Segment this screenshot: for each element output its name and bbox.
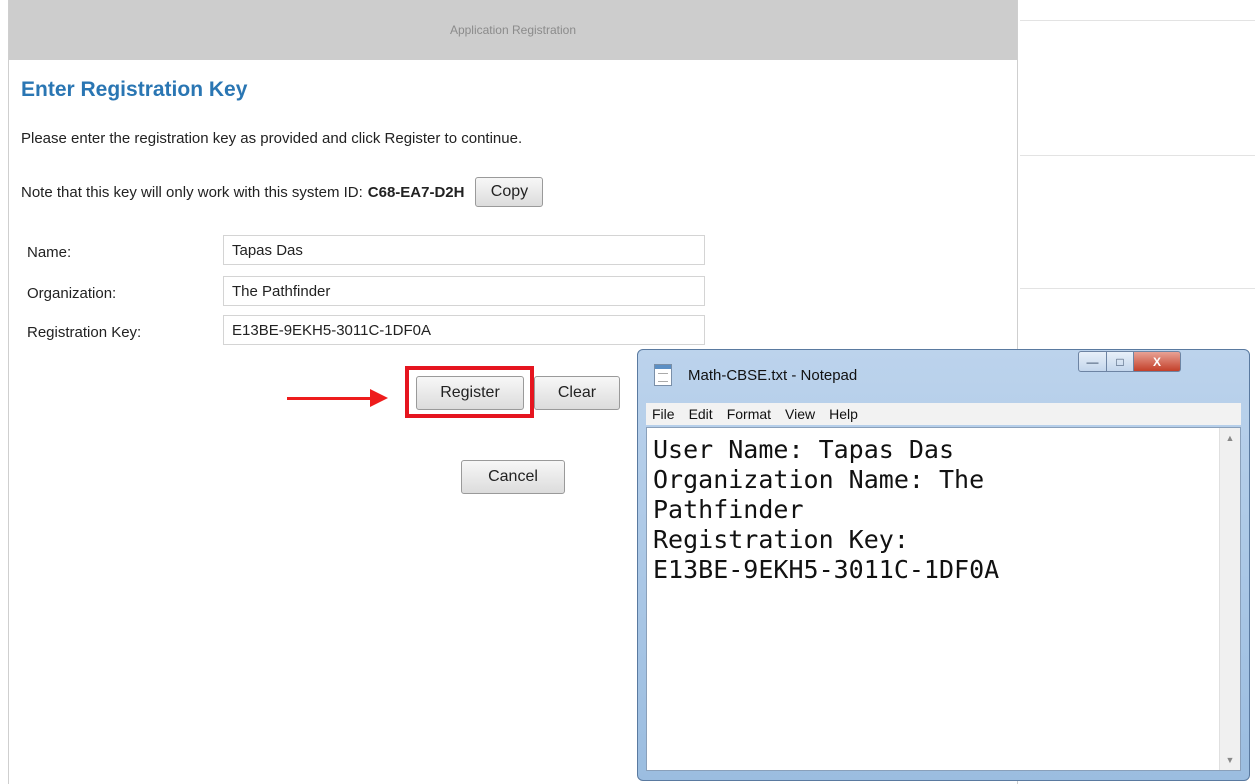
menu-view[interactable]: View	[778, 406, 822, 422]
vertical-scrollbar[interactable]: ▲ ▼	[1219, 428, 1240, 770]
notepad-window: Math-CBSE.txt - Notepad — □ X File Edit …	[637, 349, 1250, 781]
notepad-content[interactable]: User Name: Tapas Das Organization Name: …	[653, 435, 1213, 585]
divider	[1020, 155, 1255, 156]
scroll-down-icon[interactable]: ▼	[1220, 750, 1240, 770]
maximize-icon[interactable]: □	[1106, 351, 1134, 372]
instructions-text: Please enter the registration key as pro…	[21, 130, 523, 147]
registration-key-label: Registration Key:	[27, 324, 142, 341]
copy-button[interactable]: Copy	[475, 177, 544, 207]
organization-label: Organization:	[27, 285, 117, 302]
close-icon[interactable]: X	[1133, 351, 1181, 372]
organization-field[interactable]: The Pathfinder	[223, 276, 705, 306]
scroll-up-icon[interactable]: ▲	[1220, 428, 1240, 448]
name-label: Name:	[27, 244, 72, 261]
name-field[interactable]: Tapas Das	[223, 235, 705, 265]
minimize-icon[interactable]: —	[1078, 351, 1107, 372]
notepad-title: Math-CBSE.txt - Notepad	[688, 367, 858, 384]
notepad-icon	[654, 364, 672, 386]
register-button[interactable]: Register	[416, 376, 524, 410]
notepad-text-area[interactable]: User Name: Tapas Das Organization Name: …	[646, 427, 1241, 771]
red-arrow-icon	[287, 397, 373, 400]
menu-file[interactable]: File	[646, 406, 682, 422]
menu-format[interactable]: Format	[720, 406, 778, 422]
clear-button[interactable]: Clear	[534, 376, 620, 410]
system-id-note-text: Note that this key will only work with t…	[21, 183, 363, 201]
dialog-title: Application Registration	[9, 0, 1017, 60]
system-id-value: C68-EA7-D2H	[367, 183, 465, 201]
menu-help[interactable]: Help	[822, 406, 865, 422]
notepad-menubar: File Edit Format View Help	[646, 403, 1241, 425]
divider	[1020, 288, 1255, 289]
red-arrow-head-icon	[370, 389, 388, 407]
registration-key-field[interactable]: E13BE-9EKH5-3011C-1DF0A	[223, 315, 705, 345]
page-title: Enter Registration Key	[21, 78, 248, 101]
menu-edit[interactable]: Edit	[682, 406, 720, 422]
cancel-button[interactable]: Cancel	[461, 460, 565, 494]
system-id-note: Note that this key will only work with t…	[21, 177, 544, 207]
divider	[1020, 20, 1255, 21]
